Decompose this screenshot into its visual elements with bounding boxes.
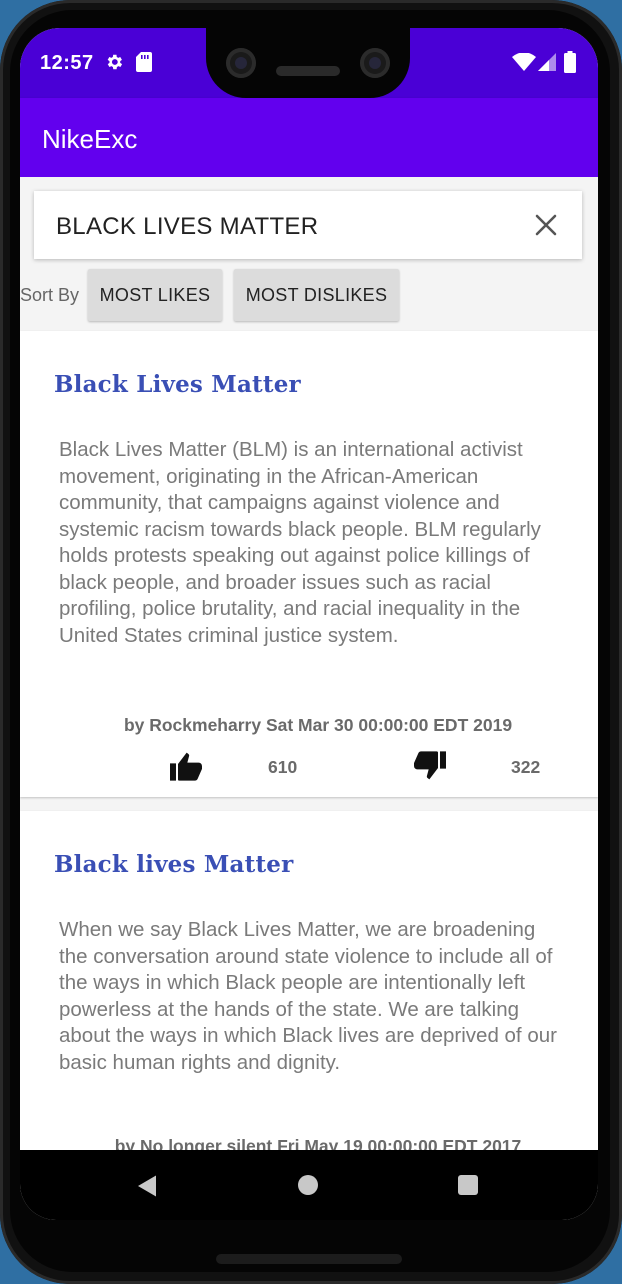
post-body: Black Lives Matter (BLM) is an internati… bbox=[59, 438, 541, 647]
main-content: BLACK LIVES MATTER Sort By MOST LIKES MO… bbox=[20, 177, 598, 1150]
front-camera bbox=[226, 48, 256, 78]
battery-icon bbox=[564, 51, 576, 78]
home-icon[interactable] bbox=[298, 1175, 318, 1195]
phone-frame: 12:57 NikeExc BLACK LIVES MATTER Sort By… bbox=[0, 0, 622, 1284]
likes-count: 610 bbox=[268, 757, 298, 777]
screen: 12:57 NikeExc BLACK LIVES MATTER Sort By… bbox=[20, 28, 598, 1220]
sort-row: Sort By MOST LIKES MOST DISLIKES bbox=[20, 269, 598, 321]
wifi-icon bbox=[512, 52, 536, 76]
post-author-line: by No longer silent Fri May 19 00:00:00 … bbox=[114, 1136, 522, 1150]
app-title: NikeExc bbox=[42, 124, 138, 154]
recents-icon[interactable] bbox=[458, 1175, 478, 1195]
sd-card-icon bbox=[136, 52, 152, 77]
status-bar: 12:57 bbox=[20, 28, 598, 98]
search-input[interactable]: BLACK LIVES MATTER bbox=[56, 213, 318, 241]
close-icon[interactable] bbox=[532, 211, 560, 239]
gear-icon bbox=[104, 52, 124, 77]
earpiece-speaker bbox=[276, 66, 340, 76]
signal-icon bbox=[538, 53, 556, 76]
thumbs-up-icon[interactable] bbox=[170, 751, 202, 781]
status-time: 12:57 bbox=[40, 52, 94, 74]
sort-label: Sort By bbox=[20, 285, 80, 305]
most-dislikes-button[interactable]: MOST DISLIKES bbox=[234, 269, 399, 321]
post-card[interactable]: Black lives Matter When we say Black Liv… bbox=[20, 811, 598, 1150]
post-body: When we say Black Lives Matter, we are b… bbox=[59, 918, 557, 1074]
camera-notch bbox=[206, 28, 410, 98]
search-box[interactable]: BLACK LIVES MATTER bbox=[34, 191, 582, 259]
front-sensor bbox=[360, 48, 390, 78]
post-card[interactable]: Black Lives Matter Black Lives Matter (B… bbox=[20, 331, 598, 797]
post-title: Black lives Matter bbox=[54, 851, 294, 878]
nav-bar bbox=[20, 1150, 598, 1220]
post-author-line: by Rockmeharry Sat Mar 30 00:00:00 EDT 2… bbox=[123, 715, 513, 735]
post-title: Black Lives Matter bbox=[54, 371, 301, 398]
most-likes-button[interactable]: MOST LIKES bbox=[88, 269, 222, 321]
back-icon[interactable] bbox=[136, 1174, 158, 1203]
app-bar: NikeExc bbox=[20, 98, 598, 177]
thumbs-down-icon[interactable] bbox=[414, 751, 446, 781]
dislikes-count: 322 bbox=[511, 757, 541, 777]
bottom-speaker-grille bbox=[216, 1254, 402, 1264]
